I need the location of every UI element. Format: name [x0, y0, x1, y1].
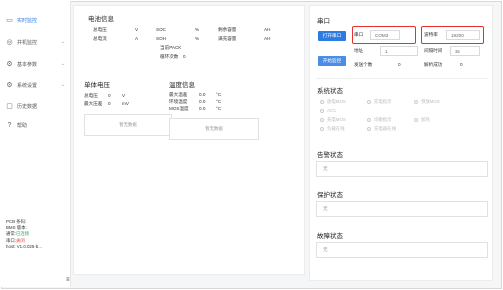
sidebar-item-label: 并机监控 — [17, 39, 38, 46]
total-voltage-label: 总电压 — [93, 27, 107, 32]
chevron-down-icon: ⌄ — [60, 39, 65, 45]
remaining-capacity-unit: AH — [264, 27, 271, 32]
ambient-temp-label: 环境温度 — [169, 99, 188, 104]
cell-voltage-title: 单体电压 — [84, 82, 110, 89]
sidebar-item-basic-params[interactable]: ⚙ 基本参数 ⌄ — [1, 57, 71, 71]
cell-voltage-empty: 暂无数据 — [84, 114, 172, 136]
port-highlight — [352, 26, 416, 44]
cell-total-voltage-unit: V — [122, 93, 126, 98]
cell-total-voltage-label: 总电压 — [84, 93, 98, 98]
interval-label: 间隔时间 — [424, 48, 443, 53]
status-discharge-mos: 放电MOS — [320, 99, 346, 105]
sidebar: ▭ 实时监控 ◎ 并机监控 ⌄ ⚙ 基本参数 ⌄ ⚙ 系统设置 ⌄ ▢ 历史数据… — [1, 1, 71, 287]
system-status-title: 系统状态 — [317, 88, 343, 95]
sidebar-item-label: 历史数据 — [17, 103, 38, 110]
sidebar-item-label: 基本参数 — [17, 61, 38, 68]
folder-icon: ▢ — [6, 102, 13, 110]
status-acc: ACC — [320, 108, 336, 113]
full-capacity-label: 满充容量 — [218, 36, 237, 41]
baud-highlight — [421, 26, 484, 44]
sent-count-value: 0 — [398, 62, 401, 67]
host-version: host: V1.0.025-b... — [6, 243, 42, 249]
parallel-icon: ◎ — [6, 38, 13, 46]
full-capacity-unit: AH — [264, 36, 271, 41]
mos-temp-label: MOS温度 — [169, 106, 189, 111]
start-monitor-button[interactable]: 开始监控 — [318, 56, 346, 66]
status-load-online: 负载在线 — [320, 126, 345, 132]
help-icon: ? — [7, 121, 12, 129]
mos-temp-unit: °C — [216, 106, 222, 111]
soc-unit: % — [195, 27, 200, 32]
soh-label: SOH — [156, 36, 166, 41]
soh-unit: % — [195, 36, 200, 41]
temperature-title: 温度信息 — [169, 82, 195, 89]
divider — [316, 78, 488, 79]
open-port-button[interactable]: 打开串口 — [318, 31, 346, 41]
total-current-label: 总电流 — [93, 36, 107, 41]
right-panel: 串口 打开串口 串口 COM3 波特率 19200 地址 1 间隔时间 3s 开… — [309, 5, 493, 281]
sidebar-item-label: 系统设置 — [17, 82, 38, 89]
parsed-count-value: 0 — [460, 62, 463, 67]
protect-status-value: 无 — [316, 201, 488, 217]
max-temp-diff-unit: °C — [216, 92, 222, 97]
address-label: 地址 — [354, 48, 364, 53]
device-info: PCB 条码: BMS 版本: 通常:已连接 串口:关闭 host: V1.0.… — [6, 219, 68, 250]
sidebar-item-system-settings[interactable]: ⚙ 系统设置 ⌄ — [1, 78, 71, 92]
remaining-capacity-label: 剩余容量 — [218, 27, 237, 32]
sent-count-label: 发送个数 — [354, 62, 373, 67]
interval-select[interactable]: 3s — [450, 46, 480, 56]
ambient-temp-unit: °C — [216, 99, 222, 104]
sidebar-item-label: 实时监控 — [17, 17, 38, 24]
system-icon: ⚙ — [6, 81, 13, 89]
chevron-down-icon: ⌄ — [60, 82, 65, 88]
sidebar-item-realtime-monitor[interactable]: ▭ 实时监控 — [1, 13, 71, 27]
fault-status-value: 无 — [316, 242, 488, 258]
current-pack-label: 当前PACK — [160, 45, 182, 50]
main-panel: 电池信息 总电压 V SOC % 剩余容量 AH 总电流 A SOH % 满充容… — [73, 5, 305, 275]
cycle-count-value: 0 — [183, 54, 186, 59]
battery-info-title: 电池信息 — [88, 16, 114, 23]
chevron-down-icon: ⌄ — [60, 61, 65, 67]
status-balance-indicator: 均衡指示 — [367, 117, 392, 123]
alarm-status-value: 无 — [316, 161, 488, 177]
monitor-icon: ▭ — [6, 16, 13, 24]
max-temp-diff-value: 0.0 — [199, 92, 206, 97]
status-charger-online: 充电器在线 — [367, 126, 396, 132]
sidebar-item-history[interactable]: ▢ 历史数据 — [1, 99, 71, 113]
status-charge-mos: 充电MOS — [320, 117, 346, 123]
soc-label: SOC — [156, 27, 166, 32]
sidebar-item-parallel-monitor[interactable]: ◎ 并机监控 ⌄ — [1, 35, 71, 49]
serial-title: 串口 — [317, 18, 330, 25]
parsed-count-label: 解析成功 — [424, 62, 443, 67]
fault-status-title: 故障状态 — [317, 233, 343, 240]
temperature-empty: 暂无数据 — [169, 118, 259, 140]
max-diff-value: 0 — [108, 101, 111, 106]
cycle-count-label: 循环次数 — [160, 54, 179, 59]
max-diff-unit: mV — [122, 101, 129, 106]
total-current-unit: A — [135, 36, 139, 41]
collapse-menu-icon[interactable]: ≡ — [66, 277, 70, 283]
address-select[interactable]: 1 — [380, 46, 418, 56]
protect-status-title: 保护状态 — [317, 192, 343, 199]
cell-total-voltage-value: 0 — [108, 93, 111, 98]
max-diff-label: 最大压差 — [84, 101, 103, 106]
ambient-temp-value: 0.0 — [199, 99, 206, 104]
status-heating: 加热 — [414, 117, 430, 123]
status-precharge-mos: 预放MOS — [414, 99, 440, 105]
max-temp-diff-label: 最大温差 — [169, 92, 188, 97]
alarm-status-title: 告警状态 — [317, 152, 343, 159]
sidebar-item-help[interactable]: ? 帮助 — [1, 118, 71, 132]
mos-temp-value: 0.0 — [199, 106, 206, 111]
settings-icon: ⚙ — [6, 60, 13, 68]
total-voltage-unit: V — [135, 27, 139, 32]
sidebar-item-label: 帮助 — [17, 122, 28, 129]
status-charge-indicator: 充电指示 — [367, 99, 392, 105]
